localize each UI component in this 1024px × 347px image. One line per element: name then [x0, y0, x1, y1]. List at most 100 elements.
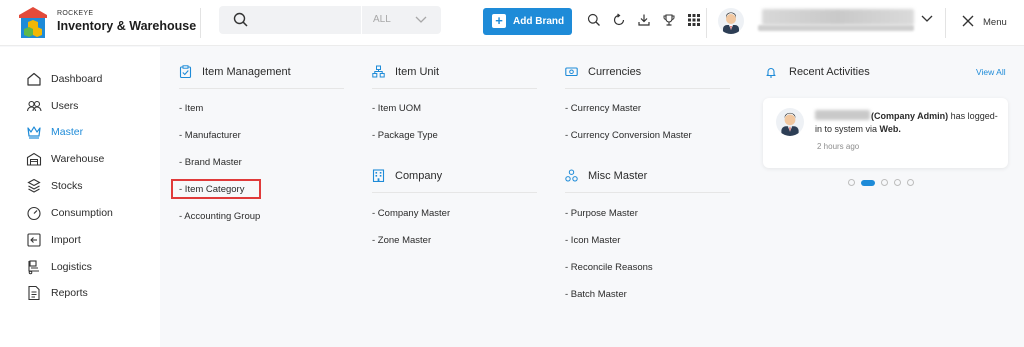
- activity-timestamp: 2 hours ago: [817, 142, 860, 151]
- stocks-icon: [27, 178, 41, 193]
- activity-pager: [848, 179, 920, 186]
- menu-link-accounting-group[interactable]: - Accounting Group: [179, 211, 260, 222]
- menu-link-currency-master[interactable]: - Currency Master: [565, 103, 641, 114]
- search-separator: [361, 6, 362, 34]
- global-search[interactable]: ALL: [219, 6, 441, 34]
- section-divider: [565, 192, 730, 193]
- section-divider: [372, 88, 537, 89]
- sidebar: Dashboard Users Master Warehouse Stocks …: [0, 47, 160, 347]
- sidebar-item-logistics[interactable]: Logistics: [26, 258, 92, 276]
- chevron-down-icon[interactable]: [920, 14, 934, 24]
- menu-link-package-type[interactable]: - Package Type: [372, 130, 438, 141]
- menu-link-reconcile-reasons[interactable]: - Reconcile Reasons: [565, 262, 653, 273]
- sidebar-item-import[interactable]: Import: [26, 231, 81, 249]
- sidebar-item-consumption[interactable]: Consumption: [26, 204, 113, 222]
- sidebar-item-warehouse[interactable]: Warehouse: [26, 150, 104, 168]
- pager-dot[interactable]: [881, 179, 888, 186]
- misc-master-title: Misc Master: [588, 169, 648, 182]
- search-icon[interactable]: [587, 13, 601, 27]
- recent-activities-title: Recent Activities: [789, 66, 870, 78]
- activity-avatar: [776, 108, 804, 136]
- sidebar-item-dashboard[interactable]: Dashboard: [26, 70, 102, 88]
- sidebar-item-label: Master: [51, 126, 84, 138]
- chevron-down-icon[interactable]: [414, 15, 428, 25]
- menu-link-manufacturer[interactable]: - Manufacturer: [179, 130, 241, 141]
- report-icon: [28, 285, 40, 301]
- currencies-header: Currencies: [565, 65, 641, 78]
- header-divider: [706, 8, 707, 38]
- pager-dot[interactable]: [848, 179, 855, 186]
- sidebar-item-label: Reports: [51, 287, 88, 299]
- close-icon[interactable]: [962, 15, 974, 27]
- sidebar-item-master[interactable]: Master: [26, 123, 83, 141]
- top-header: ROCKEYE Inventory & Warehouse ALL + Add …: [0, 0, 1024, 46]
- hierarchy-icon: [372, 65, 385, 78]
- rockeye-logo-icon[interactable]: [18, 6, 48, 40]
- item-management-header: Item Management: [179, 65, 291, 78]
- header-divider: [200, 8, 201, 38]
- search-scope-select[interactable]: ALL: [373, 14, 391, 25]
- menu-link-batch-master[interactable]: - Batch Master: [565, 289, 627, 300]
- misc-master-header: Misc Master: [565, 169, 647, 182]
- item-category-highlight: [171, 179, 261, 199]
- company-title: Company: [395, 169, 443, 182]
- user-name-redacted: [762, 9, 914, 25]
- sidebar-item-reports[interactable]: Reports: [26, 284, 88, 302]
- gauge-icon: [27, 206, 41, 221]
- sidebar-item-users[interactable]: Users: [26, 97, 78, 115]
- bell-icon: [766, 68, 776, 78]
- pager-dot[interactable]: [907, 179, 914, 186]
- user-avatar-icon: [781, 112, 799, 136]
- menu-link-currency-conversion-master[interactable]: - Currency Conversion Master: [565, 130, 692, 141]
- home-icon: [27, 72, 41, 86]
- add-brand-label: Add Brand: [513, 16, 565, 27]
- menu-link-item-uom[interactable]: - Item UOM: [372, 103, 421, 114]
- sidebar-item-stocks[interactable]: Stocks: [26, 177, 83, 195]
- menu-link-icon-master[interactable]: - Icon Master: [565, 235, 620, 246]
- activity-message: (Company Admin) has logged-in to system …: [815, 110, 1001, 136]
- view-all-link[interactable]: View All: [976, 67, 1006, 77]
- clipboard-check-icon: [179, 65, 192, 78]
- currencies-title: Currencies: [588, 65, 642, 78]
- brand-name: Inventory & Warehouse: [57, 19, 197, 33]
- download-icon[interactable]: [637, 13, 651, 27]
- sidebar-item-label: Stocks: [51, 180, 83, 192]
- sidebar-item-label: Warehouse: [51, 153, 105, 165]
- activity-role: (Company Admin): [871, 111, 949, 121]
- sidebar-item-label: Logistics: [51, 261, 92, 273]
- header-divider: [945, 8, 946, 38]
- add-brand-button[interactable]: + Add Brand: [483, 8, 572, 35]
- user-company-redacted: [758, 25, 914, 31]
- plus-icon: +: [492, 14, 506, 28]
- search-icon[interactable]: [233, 12, 249, 28]
- menu-link-company-master[interactable]: - Company Master: [372, 208, 450, 219]
- section-divider: [565, 88, 730, 89]
- sidebar-item-label: Consumption: [51, 207, 113, 219]
- section-divider: [372, 192, 537, 193]
- activity-channel: Web.: [879, 124, 901, 134]
- user-avatar-icon: [723, 12, 739, 34]
- crown-icon: [27, 126, 41, 139]
- import-icon: [27, 233, 41, 247]
- apps-grid-icon[interactable]: [687, 13, 701, 27]
- activity-card: (Company Admin) has logged-in to system …: [763, 98, 1008, 168]
- currency-note-icon: [565, 67, 578, 77]
- shapes-icon: [565, 169, 578, 182]
- trophy-icon[interactable]: [662, 13, 676, 27]
- item-unit-header: Item Unit: [372, 65, 439, 78]
- user-avatar[interactable]: [718, 8, 744, 34]
- brand-company: ROCKEYE: [57, 10, 94, 17]
- menu-link-brand-master[interactable]: - Brand Master: [179, 157, 242, 168]
- refresh-icon[interactable]: [612, 13, 626, 27]
- menu-link-item[interactable]: - Item: [179, 103, 203, 114]
- warehouse-icon: [26, 152, 42, 166]
- sidebar-item-label: Dashboard: [51, 73, 103, 85]
- menu-label[interactable]: Menu: [983, 17, 1007, 28]
- company-header: Company: [372, 169, 442, 182]
- pager-dot-active[interactable]: [861, 179, 875, 186]
- menu-link-purpose-master[interactable]: - Purpose Master: [565, 208, 638, 219]
- section-divider: [179, 88, 344, 89]
- menu-link-zone-master[interactable]: - Zone Master: [372, 235, 431, 246]
- sidebar-item-label: Import: [51, 234, 81, 246]
- pager-dot[interactable]: [894, 179, 901, 186]
